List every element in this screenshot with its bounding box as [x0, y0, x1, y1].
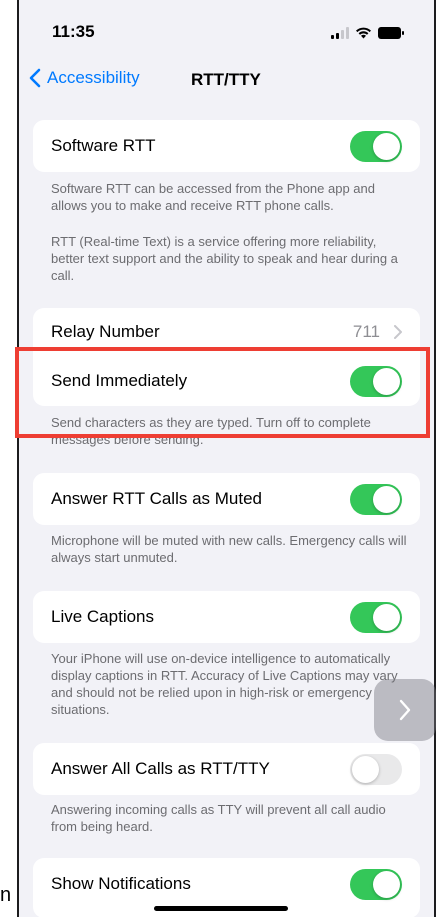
toggle-knob [373, 870, 400, 898]
relay-number-label: Relay Number [51, 322, 160, 341]
chevron-left-icon [29, 68, 41, 88]
answer-all-footer: Answering incoming calls as TTY will pre… [51, 802, 386, 834]
assistive-touch-button[interactable] [374, 679, 436, 741]
toggle-knob [352, 755, 379, 783]
answer-all-card: Answer All Calls as RTT/TTY [33, 743, 420, 795]
live-captions-toggle[interactable] [350, 601, 402, 633]
send-immediately-row: Send Immediately [33, 356, 420, 406]
answer-muted-toggle[interactable] [350, 483, 402, 515]
send-immediately-label: Send Immediately [51, 371, 188, 390]
page-title: RTT/TTY [191, 70, 261, 89]
wifi-icon [355, 26, 372, 44]
status-icons [331, 26, 404, 44]
back-label: Accessibility [47, 68, 140, 87]
software-rtt-toggle[interactable] [350, 130, 402, 162]
live-captions-row: Live Captions [33, 591, 420, 643]
relay-send-card: Relay Number 711 Send Immediately [33, 308, 420, 406]
software-rtt-label: Software RTT [51, 136, 156, 155]
show-notifications-row: Show Notifications [33, 858, 420, 910]
phone-screen: 11:35 Accessibility RTT/TTY Software RTT… [17, 0, 436, 917]
answer-muted-card: Answer RTT Calls as Muted [33, 473, 420, 525]
show-notifications-toggle[interactable] [350, 868, 402, 900]
navigation-bar: Accessibility RTT/TTY [19, 62, 434, 102]
answer-muted-footer: Microphone will be muted with new calls.… [51, 533, 407, 565]
software-rtt-card: Software RTT [33, 120, 420, 172]
chevron-right-icon [394, 325, 403, 344]
software-rtt-footer-2: RTT (Real-time Text) is a service offeri… [51, 234, 398, 283]
home-indicator[interactable] [154, 906, 288, 911]
show-notifications-label: Show Notifications [51, 874, 191, 893]
answer-all-row: Answer All Calls as RTT/TTY [33, 743, 420, 795]
battery-icon [378, 26, 404, 44]
toggle-knob [373, 485, 400, 513]
answer-muted-label: Answer RTT Calls as Muted [51, 489, 262, 508]
status-bar: 11:35 [19, 0, 434, 60]
toggle-knob [373, 603, 400, 631]
answer-all-toggle[interactable] [350, 753, 402, 785]
relay-number-value: 711 [352, 322, 380, 341]
back-button[interactable]: Accessibility [29, 68, 140, 88]
signal-icon [331, 26, 349, 44]
status-time: 11:35 [52, 22, 95, 41]
software-rtt-row: Software RTT [33, 120, 420, 172]
send-immediately-footer: Send characters as they are typed. Turn … [51, 415, 371, 447]
send-immediately-toggle[interactable] [350, 365, 402, 397]
answer-all-label: Answer All Calls as RTT/TTY [51, 759, 270, 778]
toggle-knob [373, 132, 400, 160]
answer-muted-row: Answer RTT Calls as Muted [33, 473, 420, 525]
chevron-right-icon [399, 699, 411, 721]
toggle-knob [373, 367, 400, 395]
live-captions-label: Live Captions [51, 607, 155, 626]
live-captions-footer: Your iPhone will use on-device intellige… [51, 651, 398, 717]
edge-text-fragment: n [0, 884, 12, 906]
relay-number-row[interactable]: Relay Number 711 [33, 308, 420, 356]
live-captions-card: Live Captions [33, 591, 420, 643]
software-rtt-footer-1: Software RTT can be accessed from the Ph… [51, 181, 375, 213]
